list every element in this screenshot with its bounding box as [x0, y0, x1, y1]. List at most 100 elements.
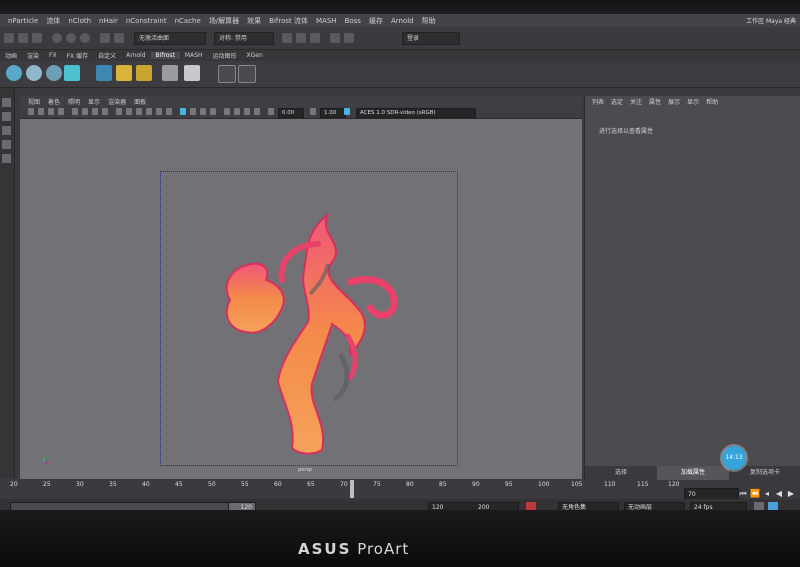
select-tool-icon[interactable]	[2, 98, 11, 107]
exposure-field[interactable]: 0.00	[278, 108, 304, 118]
image-plane-icon[interactable]	[58, 108, 64, 115]
save-scene-icon[interactable]	[32, 33, 42, 43]
bifrost-graph-icon[interactable]	[238, 65, 256, 83]
ae-menu-item[interactable]: 展示	[668, 97, 680, 106]
menu-item[interactable]: 帮助	[422, 16, 436, 26]
render-icon[interactable]	[282, 33, 292, 43]
shelf-tab[interactable]: MASH	[180, 52, 208, 59]
ae-menu-item[interactable]: 帮助	[706, 97, 718, 106]
select-by-object-icon[interactable]	[66, 33, 76, 43]
smooth-shade-icon[interactable]	[126, 108, 132, 115]
select-by-component-icon[interactable]	[80, 33, 90, 43]
color-management-icon[interactable]	[344, 108, 350, 115]
film-gate-icon[interactable]	[82, 108, 88, 115]
menu-item[interactable]: nCloth	[68, 17, 91, 25]
multisample-icon[interactable]	[200, 108, 206, 115]
menu-item[interactable]: MASH	[316, 17, 337, 25]
ambient-occlusion-icon[interactable]	[180, 108, 186, 115]
menu-item[interactable]: nCache	[175, 17, 201, 25]
viewport-menu-item[interactable]: 照明	[68, 97, 80, 106]
motion-blur-icon[interactable]	[190, 108, 196, 115]
gate-mask-icon[interactable]	[102, 108, 108, 115]
depth-of-field-icon[interactable]	[210, 108, 216, 115]
menu-item[interactable]: 场/解算器	[209, 16, 239, 26]
emitter-icon[interactable]	[46, 65, 62, 81]
login-dropdown[interactable]: 登录	[402, 32, 460, 45]
perspective-viewport[interactable]: persp	[20, 119, 582, 479]
foam-icon[interactable]	[162, 65, 178, 81]
ae-menu-item[interactable]: 选定	[611, 97, 623, 106]
gamma-icon[interactable]	[310, 108, 316, 115]
collider-icon[interactable]	[64, 65, 80, 81]
menu-item[interactable]: 效果	[247, 16, 261, 26]
viewport-menu-item[interactable]: 着色	[48, 97, 60, 106]
shelf-tab[interactable]: FX	[44, 52, 62, 59]
live-surface-dropdown[interactable]: 无激活曲面	[134, 32, 206, 45]
ae-menu-item[interactable]: 属性	[649, 97, 661, 106]
render-settings-icon[interactable]	[310, 33, 320, 43]
camera-icon[interactable]	[28, 108, 34, 115]
menu-item[interactable]: Arnold	[391, 17, 414, 25]
aero-icon[interactable]	[26, 65, 42, 81]
recording-timer-badge[interactable]: 14:13	[722, 446, 746, 470]
menu-item[interactable]: Boss	[345, 17, 361, 25]
menu-item[interactable]: Bifrost 流体	[269, 16, 308, 26]
menu-item[interactable]: nHair	[99, 17, 118, 25]
ae-menu-item[interactable]: 显示	[687, 97, 699, 106]
viewport-menu-item[interactable]: 视图	[28, 97, 40, 106]
use-lights-icon[interactable]	[156, 108, 162, 115]
snap-grid-icon[interactable]	[100, 33, 110, 43]
xray-components-icon[interactable]	[254, 108, 260, 115]
shelf-tab-active[interactable]: Bifrost	[150, 52, 180, 59]
resolution-gate-icon[interactable]	[92, 108, 98, 115]
shelf-tab[interactable]: 运动图形	[208, 51, 242, 60]
new-scene-icon[interactable]	[4, 33, 14, 43]
snap-curve-icon[interactable]	[114, 33, 124, 43]
guide-icon[interactable]	[184, 65, 200, 81]
wireframe-on-shaded-icon[interactable]	[136, 108, 142, 115]
xray-joints-icon[interactable]	[244, 108, 250, 115]
grid-icon[interactable]	[72, 108, 78, 115]
ae-menu-item[interactable]: 关注	[630, 97, 642, 106]
isolate-select-icon[interactable]	[224, 108, 230, 115]
select-button[interactable]: 选择	[585, 466, 657, 480]
workspace-selector[interactable]: 工作区 Maya 经典	[746, 16, 796, 25]
render-view-icon[interactable]	[344, 33, 354, 43]
kill-plane-icon[interactable]	[96, 65, 112, 81]
bookmark-icon[interactable]	[48, 108, 54, 115]
shelf-tab[interactable]: 自定义	[93, 51, 121, 60]
viewport-menu-item[interactable]: 面板	[134, 97, 146, 106]
shelf-tab[interactable]: 渲染	[22, 51, 44, 60]
viewport-menu-item[interactable]: 显示	[88, 97, 100, 106]
load-attributes-button[interactable]: 加载属性	[657, 466, 729, 480]
menu-item[interactable]: 流体	[46, 16, 60, 26]
viewport-menu-item[interactable]: 渲染器	[108, 97, 126, 106]
rotate-tool-icon[interactable]	[2, 140, 11, 149]
play-back-icon[interactable]: ◀	[774, 488, 784, 499]
move-tool-icon[interactable]	[2, 126, 11, 135]
ae-menu-item[interactable]: 列表	[592, 97, 604, 106]
hypershade-icon[interactable]	[330, 33, 340, 43]
menu-item[interactable]: 缓存	[369, 16, 383, 26]
ipr-render-icon[interactable]	[296, 33, 306, 43]
exposure-icon[interactable]	[268, 108, 274, 115]
textured-icon[interactable]	[146, 108, 152, 115]
open-scene-icon[interactable]	[18, 33, 28, 43]
shadows-icon[interactable]	[166, 108, 172, 115]
scale-tool-icon[interactable]	[2, 154, 11, 163]
view-transform-dropdown[interactable]: ACES 1.0 SDR-video (sRGB)	[356, 108, 476, 118]
field-icon[interactable]	[116, 65, 132, 81]
xray-icon[interactable]	[234, 108, 240, 115]
menu-item[interactable]: nParticle	[8, 17, 38, 25]
select-by-hierarchy-icon[interactable]	[52, 33, 62, 43]
shelf-tab[interactable]: FX 缓存	[62, 51, 93, 60]
step-back-key-icon[interactable]: ⏪	[750, 488, 760, 499]
step-back-frame-icon[interactable]: ◂	[762, 488, 772, 499]
symmetry-dropdown[interactable]: 对称: 禁用	[214, 32, 274, 45]
lasso-tool-icon[interactable]	[2, 112, 11, 121]
time-slider[interactable]: 20 25 30 35 40 45 50 55 60 65 70 75 80 8…	[0, 480, 680, 498]
play-forward-icon[interactable]: ▶	[786, 488, 796, 499]
shelf-tab[interactable]: XGen	[242, 52, 268, 59]
go-to-start-icon[interactable]: ⏮	[738, 488, 748, 499]
playhead[interactable]	[350, 480, 354, 498]
